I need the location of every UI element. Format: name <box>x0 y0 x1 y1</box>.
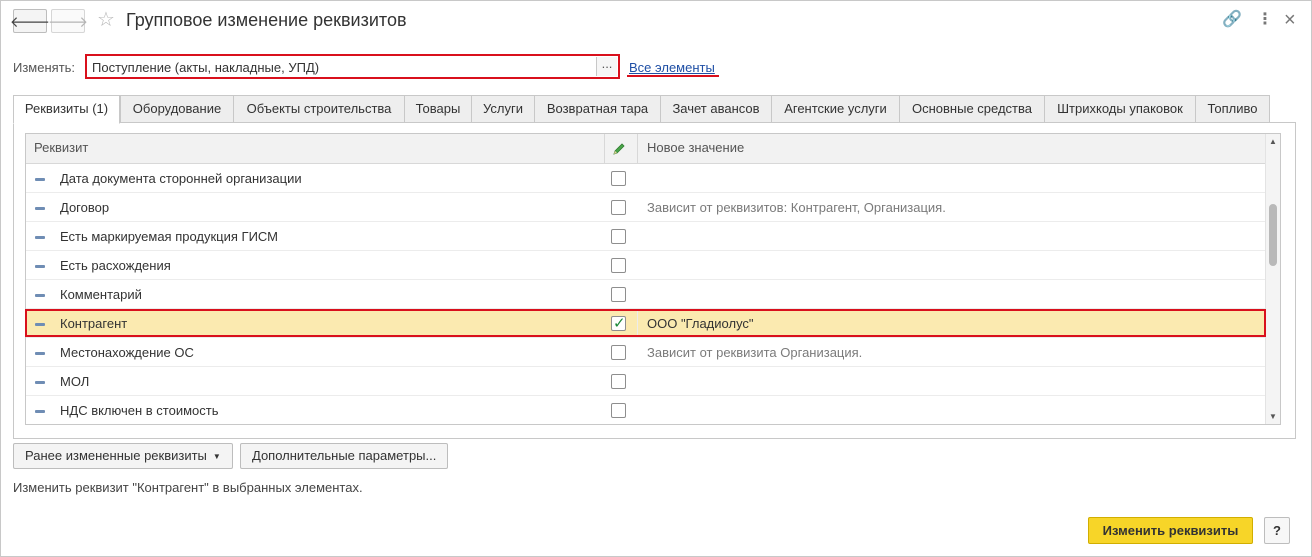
tab-fuel[interactable]: Топливо <box>1195 95 1270 123</box>
attribute-icon <box>35 265 45 268</box>
scroll-thumb[interactable] <box>1269 204 1277 266</box>
attribute-name: НДС включен в стоимость <box>60 403 219 418</box>
tab-equipment[interactable]: Оборудование <box>120 95 234 123</box>
previously-changed-label: Ранее измененные реквизиты <box>25 448 207 463</box>
change-checkbox[interactable] <box>611 287 626 302</box>
table-row[interactable]: Местонахождение ОС Зависит от реквизита … <box>26 338 1266 367</box>
table-row[interactable]: Есть маркируемая продукция ГИСМ <box>26 222 1266 251</box>
attribute-name: Местонахождение ОС <box>60 345 194 360</box>
change-checkbox[interactable] <box>611 403 626 418</box>
forward-button[interactable]: 🡒 <box>47 9 89 33</box>
tab-agent-services[interactable]: Агентские услуги <box>771 95 900 123</box>
attribute-name: Комментарий <box>60 287 142 302</box>
status-hint: Изменить реквизит "Контрагент" в выбранн… <box>13 480 363 495</box>
attribute-icon <box>35 207 45 210</box>
all-elements-link[interactable]: Все элементы <box>629 60 715 75</box>
attribute-icon <box>35 352 45 355</box>
change-checkbox[interactable] <box>611 171 626 186</box>
attribute-name: Есть маркируемая продукция ГИСМ <box>60 229 278 244</box>
favorite-star-icon[interactable]: ☆ <box>97 9 115 31</box>
attribute-name: Дата документа сторонней организации <box>60 171 302 186</box>
scroll-down-icon[interactable]: ▼ <box>1269 412 1277 421</box>
more-menu-icon[interactable]: ⋮ <box>1257 10 1273 30</box>
close-icon[interactable]: × <box>1284 10 1296 30</box>
additional-params-button[interactable]: Дополнительные параметры... <box>240 443 449 469</box>
arrow-left-icon: 🡐 <box>9 13 51 31</box>
change-checkbox[interactable] <box>611 258 626 273</box>
change-checkbox[interactable] <box>611 345 626 360</box>
tab-returnable-packaging[interactable]: Возвратная тара <box>534 95 661 123</box>
link-icon[interactable]: 🔗 <box>1222 10 1242 30</box>
highlight-underline <box>627 75 719 77</box>
help-button[interactable]: ? <box>1264 517 1290 544</box>
new-value[interactable]: Зависит от реквизита Организация. <box>647 345 862 360</box>
pencil-icon <box>611 141 627 160</box>
change-checkbox[interactable] <box>611 229 626 244</box>
attribute-icon <box>35 410 45 413</box>
column-new-value-header[interactable]: Новое значение <box>647 134 744 164</box>
tab-fixed-assets[interactable]: Основные средства <box>899 95 1045 123</box>
group-edit-window: 🡐 🡒 ☆ Групповое изменение реквизитов 🔗 ⋮… <box>0 0 1312 557</box>
change-checkbox[interactable] <box>611 200 626 215</box>
title-bar: 🡐 🡒 ☆ Групповое изменение реквизитов 🔗 ⋮… <box>1 1 1311 41</box>
back-button[interactable]: 🡐 <box>9 9 51 33</box>
attribute-icon <box>35 294 45 297</box>
table-row[interactable]: МОЛ <box>26 367 1266 396</box>
table-row[interactable]: Комментарий <box>26 280 1266 309</box>
previously-changed-button[interactable]: Ранее измененные реквизиты ▼ <box>13 443 233 469</box>
table-row[interactable]: Договор Зависит от реквизитов: Контраген… <box>26 193 1266 222</box>
attribute-name: Договор <box>60 200 110 215</box>
dropdown-caret-icon: ▼ <box>212 452 221 461</box>
selected-row-highlight <box>25 309 1266 337</box>
attributes-table: Реквизит Новое значение Дата документа с… <box>25 133 1281 425</box>
arrow-right-icon: 🡒 <box>47 13 89 31</box>
tab-construction[interactable]: Объекты строительства <box>233 95 405 123</box>
table-row[interactable]: НДС включен в стоимость <box>26 396 1266 424</box>
select-button[interactable]: ... <box>596 57 617 76</box>
document-type-field[interactable]: Поступление (акты, накладные, УПД) ... <box>85 54 620 79</box>
tab-attributes[interactable]: Реквизиты (1) <box>13 95 120 124</box>
column-attribute-header[interactable]: Реквизит <box>34 134 88 164</box>
change-checkbox[interactable] <box>611 374 626 389</box>
attribute-name: МОЛ <box>60 374 90 389</box>
scroll-up-icon[interactable]: ▲ <box>1269 137 1277 146</box>
table-row[interactable]: Дата документа сторонней организации <box>26 164 1266 193</box>
attribute-icon <box>35 178 45 181</box>
tab-goods[interactable]: Товары <box>404 95 472 123</box>
tab-advance-offset[interactable]: Зачет авансов <box>660 95 772 123</box>
apply-changes-button[interactable]: Изменить реквизиты <box>1088 517 1253 544</box>
attribute-name: Есть расхождения <box>60 258 171 273</box>
attribute-icon <box>35 236 45 239</box>
document-type-value: Поступление (акты, накладные, УПД) <box>92 60 320 75</box>
table-header: Реквизит Новое значение <box>26 134 1266 164</box>
window-title: Групповое изменение реквизитов <box>126 10 407 30</box>
tab-services[interactable]: Услуги <box>471 95 535 123</box>
change-label: Изменять: <box>13 60 76 75</box>
vertical-scrollbar[interactable]: ▲ ▼ <box>1265 134 1280 424</box>
table-row[interactable]: Есть расхождения <box>26 251 1266 280</box>
new-value[interactable]: Зависит от реквизитов: Контрагент, Орган… <box>647 200 946 215</box>
tab-package-barcodes[interactable]: Штрихкоды упаковок <box>1044 95 1196 123</box>
attribute-icon <box>35 381 45 384</box>
